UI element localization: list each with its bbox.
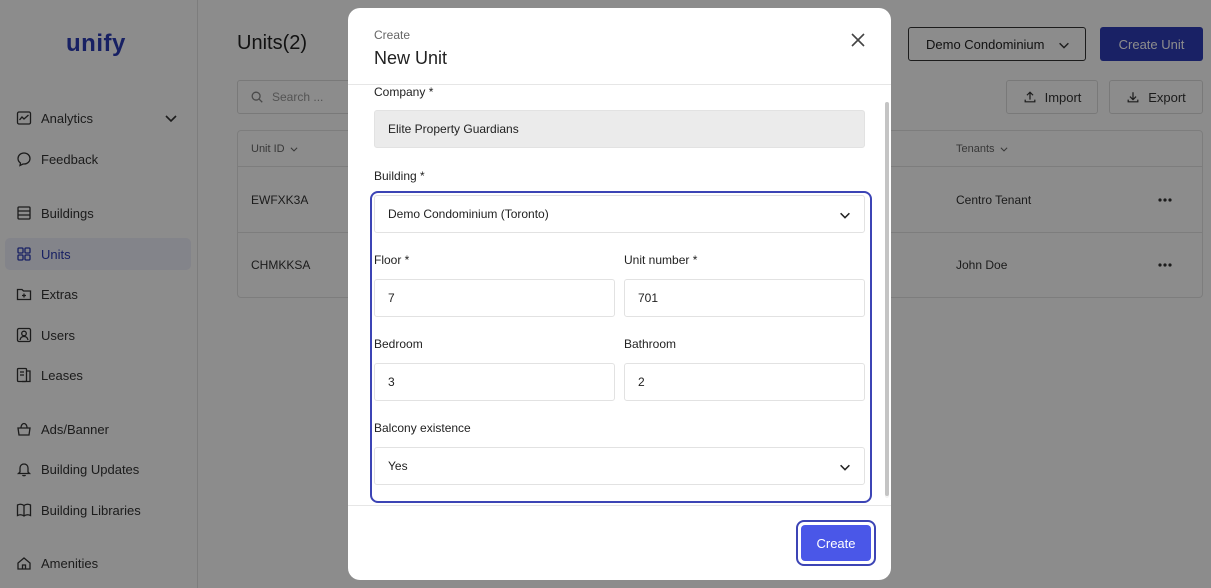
- close-icon: [851, 33, 865, 47]
- company-label: Company *: [374, 85, 434, 99]
- building-label: Building *: [374, 169, 425, 183]
- company-field: Elite Property Guardians: [374, 110, 865, 148]
- company-value: Elite Property Guardians: [388, 122, 519, 136]
- scrollbar-thumb[interactable]: [885, 102, 889, 496]
- create-button[interactable]: Create: [801, 525, 871, 561]
- modal-title: New Unit: [374, 48, 448, 68]
- new-unit-modal: Create New Unit Company * Elite Property…: [348, 8, 891, 580]
- modal-subtitle: Create: [374, 28, 411, 42]
- close-button[interactable]: [848, 30, 868, 50]
- divider: [348, 505, 891, 506]
- focus-highlight: [370, 191, 872, 503]
